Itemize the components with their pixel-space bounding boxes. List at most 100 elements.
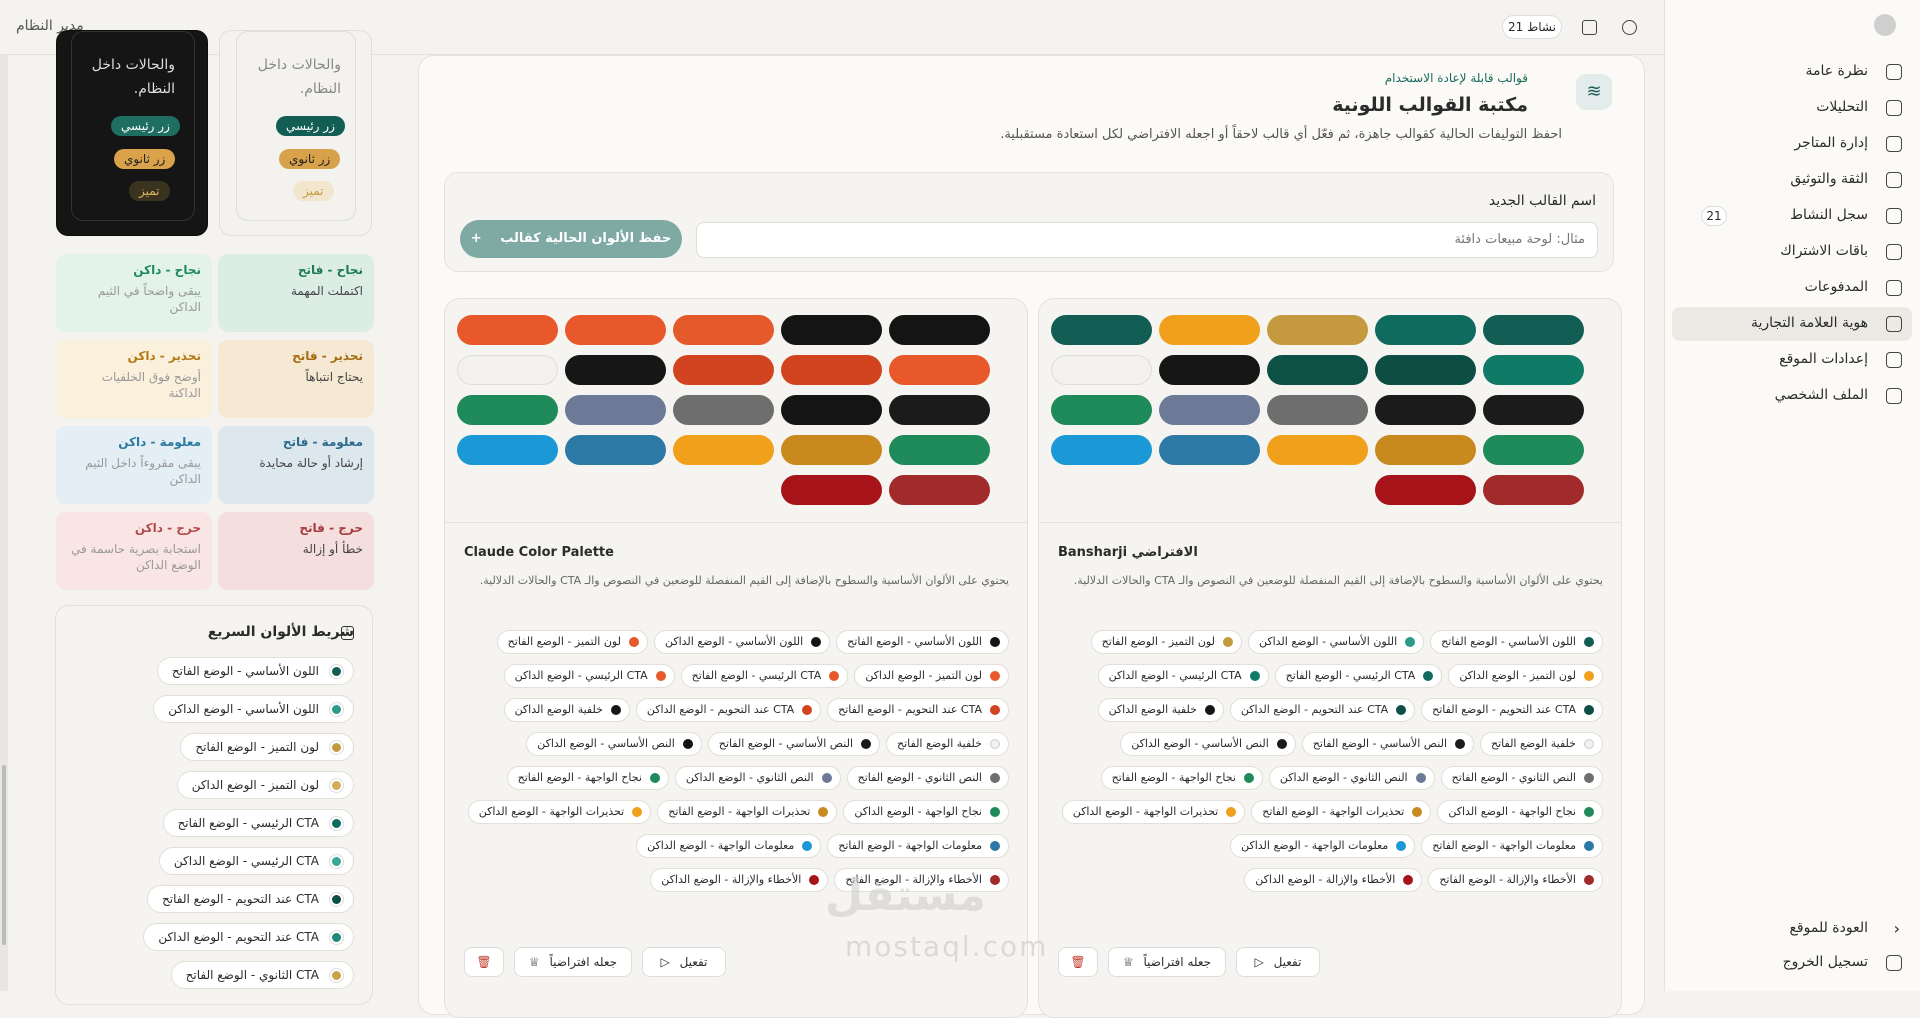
sidebar-toggle-icon[interactable] (1582, 20, 1597, 35)
avatar[interactable] (1874, 14, 1896, 36)
quick-color-item[interactable]: اللون الأساسي - الوضع الفاتح (156, 657, 354, 685)
tone-description: خطأ أو إزالة (302, 542, 363, 556)
color-dot (821, 773, 832, 783)
tone-title: حرج - داكن (134, 521, 201, 535)
quick-color-item[interactable]: CTA الرئيسي - الوضع الفاتح (162, 809, 354, 837)
color-dot (1396, 705, 1407, 715)
color-chip-label: تحذيرات الواجهة - الوضع الداكن (478, 805, 625, 818)
color-dot (829, 671, 840, 681)
color-chip-label: نجاح الواجهة - الوضع الداكن (854, 805, 982, 818)
payments-icon (1886, 280, 1902, 296)
quick-color-item[interactable]: CTA الثانوي - الوضع الفاتح (170, 961, 354, 989)
sidebar-item[interactable]: إدارة المتاجر (1672, 127, 1912, 161)
sidebar-item[interactable]: سجل النشاط 21 (1672, 199, 1912, 233)
tone-card: نجاح - داكن يبقى واضحاً في الثيم الداكن (56, 254, 212, 332)
color-chip: CTA عند التحويم - الوضع الفاتح (1421, 698, 1603, 722)
color-swatch (781, 355, 882, 385)
quick-color-item[interactable]: لون التميز - الوضع الفاتح (180, 733, 354, 761)
color-swatch (889, 475, 990, 505)
color-swatch (1159, 315, 1260, 345)
color-swatch (1159, 355, 1260, 385)
color-chip: معلومات الواجهة - الوضع الفاتح (827, 834, 1009, 858)
color-dot (990, 705, 1000, 715)
tone-title: حرج - فاتح (299, 521, 363, 535)
template-name-input[interactable]: مثال: لوحة مبيعات دافئة (696, 222, 1598, 258)
color-swatch (565, 395, 666, 425)
tone-card: حرج - فاتح خطأ أو إزالة (218, 512, 374, 590)
set-default-label: جعله افتراضياً (1143, 955, 1212, 969)
color-swatch (889, 315, 990, 345)
color-chip-label: نجاح الواجهة - الوضع الفاتح (1111, 771, 1236, 784)
scrollbar[interactable] (0, 55, 8, 991)
sidebar-item[interactable]: هوية العلامة التجارية (1672, 307, 1912, 341)
color-chip: لون التميز - الوضع الفاتح (496, 630, 648, 654)
sidebar-item[interactable]: المدفوعات (1672, 271, 1912, 305)
sidebar-item[interactable]: نظرة عامة (1672, 55, 1912, 89)
tone-description: يبقى مقروءاً داخل الثيم الداكن (85, 456, 201, 486)
color-dot (1226, 807, 1237, 817)
color-dot (1584, 739, 1594, 749)
tone-description: استجابة بصرية حاسمة في الوضع الداكن (70, 542, 201, 572)
color-chip-label: لون التميز - الوضع الداكن (1459, 669, 1576, 682)
color-chip: نجاح الواجهة - الوضع الفاتح (1100, 766, 1263, 790)
quick-color-item[interactable]: اللون الأساسي - الوضع الداكن (153, 695, 354, 723)
color-chip: النص الأساسي - الوضع الداكن (1120, 732, 1296, 756)
color-chip-label: CTA عند التحويم - الوضع الفاتح (1432, 703, 1576, 716)
color-chip-label: CTA الرئيسي - الوضع الداكن (1108, 669, 1242, 682)
sidebar-item[interactable]: الملف الشخصي (1672, 379, 1912, 413)
color-chip-label: CTA الرئيسي - الوضع الداكن (514, 669, 648, 682)
quick-color-item[interactable]: CTA الرئيسي - الوضع الداكن (158, 847, 354, 875)
delete-template-button[interactable]: 🗑 (464, 947, 504, 977)
color-chip: معلومات الواجهة - الوضع الداكن (636, 834, 822, 858)
tone-title: معلومة - فاتح (282, 435, 363, 449)
back-to-site[interactable]: العودة للموقع ‹ (1672, 912, 1912, 946)
color-swatch (673, 355, 774, 385)
gear-icon (1886, 316, 1902, 332)
quick-color-item[interactable]: لون التميز - الوضع الداكن (176, 771, 354, 799)
save-template-button[interactable]: حفظ الألوان الحالية كقالب + (460, 220, 682, 258)
color-swatch (1483, 355, 1584, 385)
sidebar-item[interactable]: إعدادات الموقع (1672, 343, 1912, 377)
sidebar-item[interactable]: الثقة والتوثيق (1672, 163, 1912, 197)
color-dot (649, 773, 660, 783)
tone-title: تحذير - فاتح (292, 349, 363, 363)
color-chip-label: اللون الأساسي - الوضع الفاتح (1441, 635, 1576, 648)
activate-label: تفعيل (679, 955, 708, 969)
theme-toggle-icon[interactable] (1622, 20, 1637, 35)
template-description: يحتوي على الألوان الأساسية والسطوح بالإض… (1073, 574, 1603, 587)
quick-color-item[interactable]: CTA عند التحويم - الوضع الداكن (143, 923, 354, 951)
plus-icon: + (470, 231, 482, 246)
color-chip: النص الثانوي - الوضع الفاتح (1440, 766, 1603, 790)
set-default-button[interactable]: جعله افتراضياً ♕ (514, 947, 632, 977)
tone-title: نجاح - فاتح (297, 263, 363, 277)
color-dot (990, 841, 1000, 851)
accent-chip: تميز (293, 181, 334, 201)
logout[interactable]: تسجيل الخروج (1672, 946, 1912, 980)
color-dot (1243, 773, 1254, 783)
chevron-left-icon: ‹ (1893, 919, 1900, 938)
activity-badge[interactable]: نشاط 21 (1502, 15, 1562, 39)
color-swatch (889, 355, 990, 385)
color-swatch (781, 395, 882, 425)
activate-button[interactable]: تفعيل ▷ (642, 947, 726, 977)
color-chip-label: النص الأساسي - الوضع الداكن (1131, 737, 1269, 750)
color-dot (802, 705, 813, 715)
color-chip: خلفية الوضع الداكن (1097, 698, 1224, 722)
sidebar-item[interactable]: التحليلات (1672, 91, 1912, 125)
sidebar-item[interactable]: باقات الاشتراك (1672, 235, 1912, 269)
color-dot (1584, 671, 1594, 681)
color-chip: اللون الأساسي - الوضع الداكن (653, 630, 831, 654)
color-chip-label: معلومات الواجهة - الوضع الفاتح (838, 839, 982, 852)
sidebar-item-label: الملف الشخصي (1774, 387, 1868, 403)
color-swatch (1159, 395, 1260, 425)
quick-color-item[interactable]: CTA عند التحويم - الوضع الفاتح (147, 885, 354, 913)
tone-description: إرشاد أو حالة محايدة (259, 456, 363, 470)
color-swatch (565, 435, 666, 465)
scrollbar-thumb[interactable] (2, 765, 6, 945)
palette-icon (341, 626, 354, 640)
color-swatch (565, 355, 666, 385)
activate-button[interactable]: تفعيل ▷ (1236, 947, 1320, 977)
delete-template-button[interactable]: 🗑 (1058, 947, 1098, 977)
set-default-button[interactable]: جعله افتراضياً ♕ (1108, 947, 1226, 977)
color-dot (861, 739, 871, 749)
